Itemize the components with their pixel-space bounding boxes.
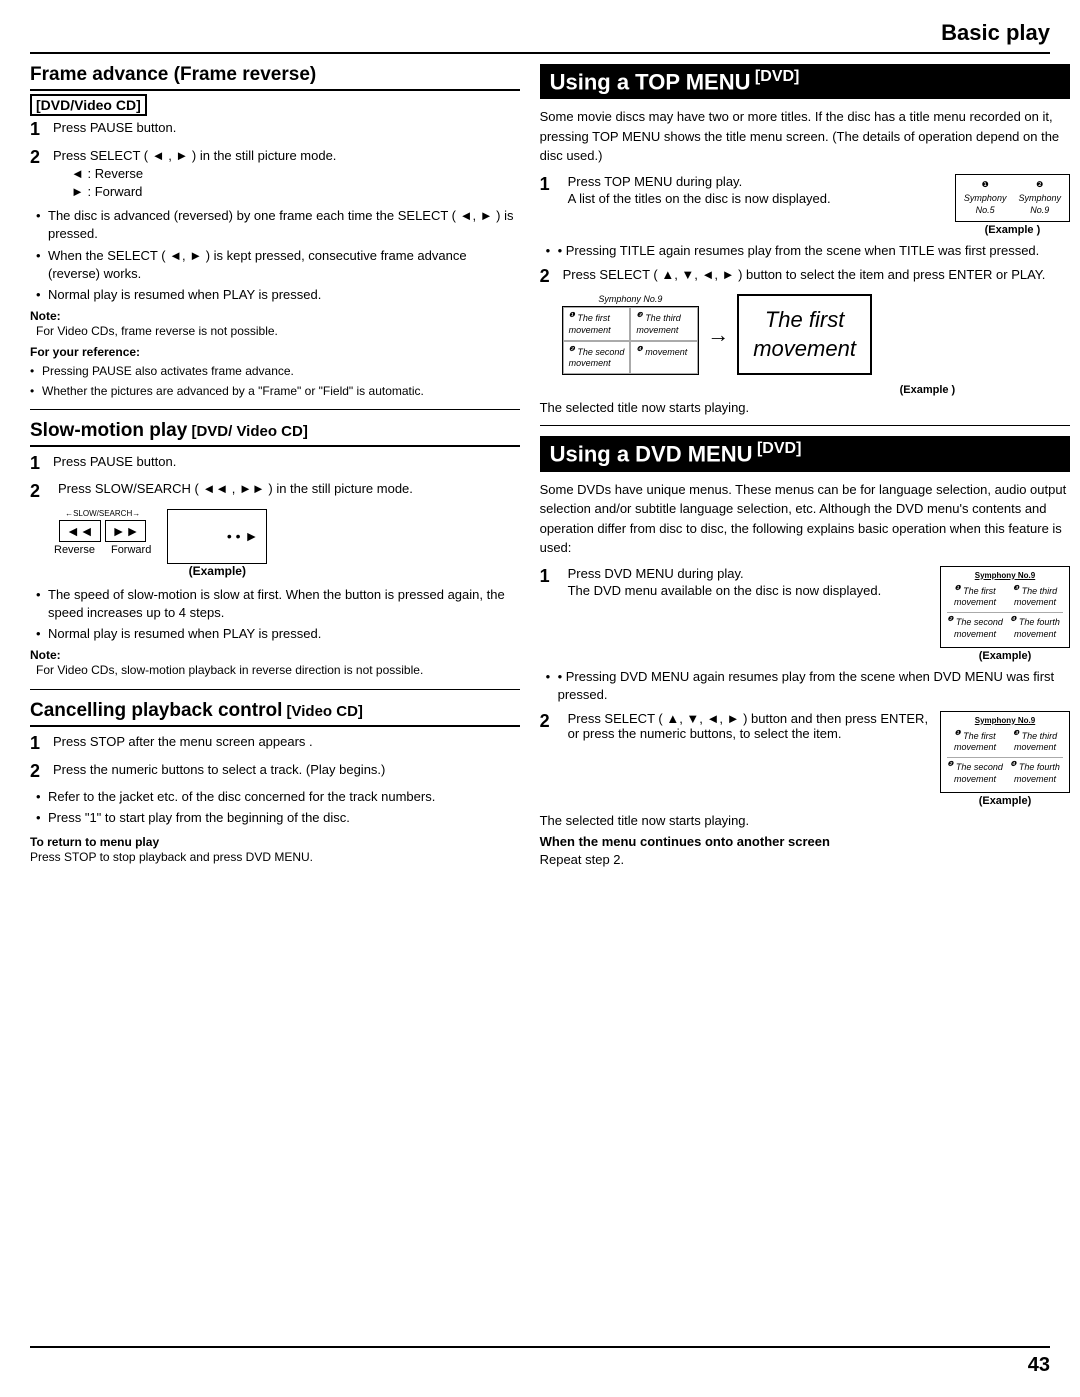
top-menu-grid: Symphony No.9 ❶ The firstmovement ❸ The … (562, 294, 700, 375)
top-menu-step2: 2 Press SELECT ( ▲, ▼, ◄, ► ) button to … (540, 266, 1070, 288)
first-movement-display: The first movement (737, 294, 872, 375)
slow-motion-bullets: The speed of slow-motion is slow at firs… (36, 586, 520, 644)
frame-advance-note: Note: For Video CDs, frame reverse is no… (30, 308, 520, 340)
top-menu-title: Using a TOP MENU [DVD] (540, 64, 1070, 99)
cancelling-return: To return to menu play Press STOP to sto… (30, 834, 520, 866)
frame-advance-section: Frame advance (Frame reverse) [DVD/Video… (30, 64, 520, 399)
page-header: Basic play (30, 20, 1050, 54)
frame-advance-title: Frame advance (Frame reverse) (30, 64, 520, 91)
top-menu-bullets: • Pressing TITLE again resumes play from… (546, 242, 1070, 260)
frame-advance-step1: 1 Press PAUSE button. (30, 119, 520, 141)
page-number: 43 (1028, 1354, 1050, 1377)
slow-motion-section: Slow-motion play [DVD/ Video CD] 1 Press… (30, 420, 520, 679)
cancelling-section: Cancelling playback control [Video CD] 1… (30, 700, 520, 865)
dvd-menu-example1: Symphony No.9 ❶ The firstmovement ❸ The … (940, 566, 1070, 663)
when-menu-text: Repeat step 2. (540, 852, 1070, 867)
bullet-item: Press "1" to start play from the beginni… (36, 809, 520, 827)
bullet-item: Normal play is resumed when PLAY is pres… (36, 286, 520, 304)
frame-advance-step2: 2 Press SELECT ( ◄ , ► ) in the still pi… (30, 147, 520, 202)
remote-illustration: ←SLOW/SEARCH→ ◄◄ ►► Reverse Forward (54, 509, 151, 556)
top-menu-example2-label: (Example ) (540, 381, 1070, 396)
top-menu-step1: 1 Press TOP MENU during play. A list of … (540, 174, 1070, 236)
dvd-selected-text: The selected title now starts playing. (540, 813, 1070, 828)
dvd-example1-label: (Example) (979, 650, 1032, 662)
dvd-menu-example2: Symphony No.9 ❶ The firstmovement ❸ The … (940, 711, 1070, 808)
bullet-item: The speed of slow-motion is slow at firs… (36, 586, 520, 622)
dvd-menu-step1: 1 Press DVD MENU during play. The DVD me… (540, 566, 1070, 663)
top-menu-selected-text: The selected title now starts playing. (540, 400, 1070, 415)
dvd-menu-bullets: • Pressing DVD MENU again resumes play f… (546, 668, 1070, 704)
remote-btn-forward: ►► (105, 520, 147, 542)
cancelling-title: Cancelling playback control [Video CD] (30, 700, 520, 727)
reference-bullet: Pressing PAUSE also activates frame adva… (30, 363, 520, 380)
when-menu-title: When the menu continues onto another scr… (540, 834, 1070, 849)
example-label: (Example ) (985, 224, 1041, 236)
slow-motion-figure: ←SLOW/SEARCH→ ◄◄ ►► Reverse Forward (54, 509, 520, 578)
when-menu-continues: When the menu continues onto another scr… (540, 834, 1070, 867)
dvd-menu-title: Using a DVD MENU [DVD] (540, 436, 1070, 471)
cancelling-step2: 2 Press the numeric buttons to select a … (30, 761, 520, 783)
frame-advance-reference: For your reference: Pressing PAUSE also … (30, 344, 520, 400)
bullet-item: When the SELECT ( ◄, ► ) is kept pressed… (36, 247, 520, 283)
dvd-menu-step2: 2 Press SELECT ( ▲, ▼, ◄, ► ) button and… (540, 711, 1070, 808)
slow-motion-title: Slow-motion play [DVD/ Video CD] (30, 420, 520, 447)
left-column: Frame advance (Frame reverse) [DVD/Video… (30, 64, 520, 867)
slow-motion-step1: 1 Press PAUSE button. (30, 453, 520, 475)
page: Basic play Frame advance (Frame reverse)… (0, 0, 1080, 1397)
slow-motion-step2: 2 Press SLOW/SEARCH ( ◄◄ , ►► ) in the s… (30, 481, 520, 503)
main-columns: Frame advance (Frame reverse) [DVD/Video… (30, 64, 1050, 867)
right-column: Using a TOP MENU [DVD] Some movie discs … (540, 64, 1070, 867)
bullet-item: Normal play is resumed when PLAY is pres… (36, 625, 520, 643)
top-menu-intro: Some movie discs may have two or more ti… (540, 107, 1070, 166)
reference-bullet: Whether the pictures are advanced by a "… (30, 383, 520, 400)
top-menu-step2-figure: Symphony No.9 ❶ The firstmovement ❸ The … (562, 294, 1070, 375)
top-menu-example1: ❶ SymphonyNo.5 ❷ SymphonyNo.9 (Example ) (955, 174, 1070, 236)
frame-advance-bullets: The disc is advanced (reversed) by one f… (36, 207, 520, 304)
page-title: Basic play (941, 20, 1050, 45)
top-menu-section: Using a TOP MENU [DVD] Some movie discs … (540, 64, 1070, 415)
cancelling-step1: 1 Press STOP after the menu screen appea… (30, 733, 520, 755)
dvd-menu-section: Using a DVD MENU [DVD] Some DVDs have un… (540, 436, 1070, 867)
cancelling-bullets: Refer to the jacket etc. of the disc con… (36, 788, 520, 827)
bullet-item: • Pressing DVD MENU again resumes play f… (546, 668, 1070, 704)
page-footer: 43 (30, 1346, 1050, 1377)
right-arrow-icon: → (707, 322, 729, 348)
playback-display: • • ► (Example) (167, 509, 267, 578)
remote-btn-reverse: ◄◄ (59, 520, 101, 542)
dvd-example2-label: (Example) (979, 795, 1032, 807)
frame-advance-subtitle: [DVD/Video CD] (30, 97, 520, 113)
slow-motion-note: Note: For Video CDs, slow-motion playbac… (30, 647, 520, 679)
dvd-menu-intro: Some DVDs have unique menus. These menus… (540, 480, 1070, 558)
bullet-item: The disc is advanced (reversed) by one f… (36, 207, 520, 243)
bullet-item: Refer to the jacket etc. of the disc con… (36, 788, 520, 806)
bullet-item: • Pressing TITLE again resumes play from… (546, 242, 1070, 260)
